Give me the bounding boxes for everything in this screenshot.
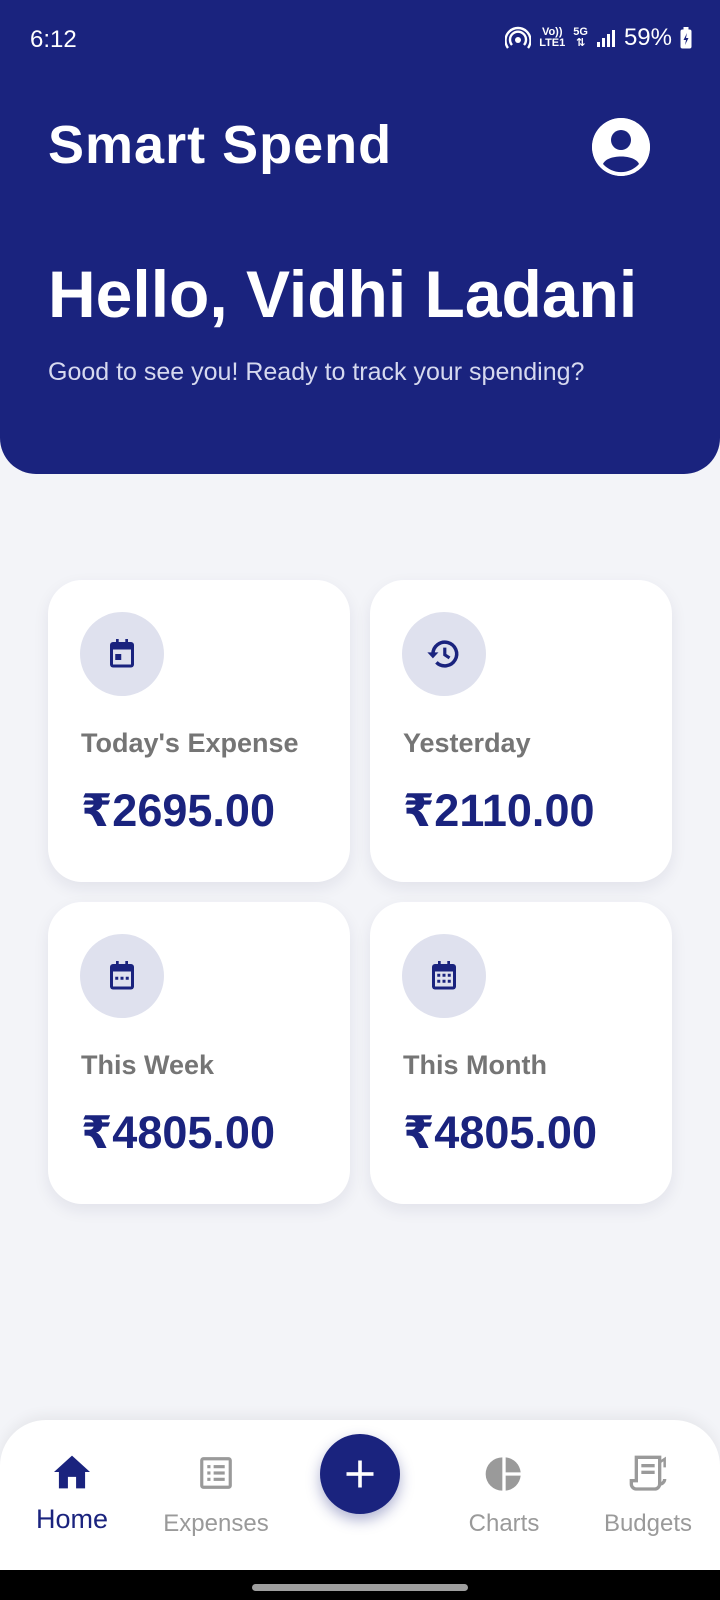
greeting-heading: Hello, Vidhi Ladani xyxy=(48,257,638,331)
card-value: ₹2110.00 xyxy=(403,785,595,836)
signal-icon xyxy=(596,30,615,47)
history-icon xyxy=(402,612,486,696)
data-arrows-icon: ⇅ xyxy=(576,37,586,49)
account-icon xyxy=(592,118,650,176)
nav-charts[interactable]: Charts xyxy=(458,1420,550,1570)
month-expense-card[interactable]: This Month ₹4805.00 xyxy=(370,902,672,1204)
nav-expenses[interactable]: Expenses xyxy=(160,1420,272,1570)
yesterday-expense-card[interactable]: Yesterday ₹2110.00 xyxy=(370,580,672,882)
card-label: Yesterday xyxy=(403,728,531,758)
nav-label-expenses: Expenses xyxy=(163,1510,269,1537)
card-label: This Month xyxy=(403,1050,547,1080)
profile-button[interactable] xyxy=(592,118,650,176)
card-value: ₹4805.00 xyxy=(403,1107,597,1158)
nav-label-budgets: Budgets xyxy=(603,1510,693,1537)
calendar-today-icon xyxy=(80,612,164,696)
header: 6:12 Vo)) LTE1 5G ⇅ 59% Smart Spend Hell… xyxy=(0,0,720,474)
card-label: Today's Expense xyxy=(81,728,299,758)
battery-icon xyxy=(680,27,692,49)
home-gesture-pill[interactable] xyxy=(252,1584,468,1591)
nav-label-home: Home xyxy=(35,1504,109,1534)
nav-budgets[interactable]: Budgets xyxy=(598,1420,698,1570)
app-title: Smart Spend xyxy=(48,115,393,175)
add-expense-button[interactable] xyxy=(320,1434,400,1514)
volte-indicator: Vo)) LTE1 xyxy=(539,27,565,49)
lte-label: LTE1 xyxy=(539,37,566,49)
receipt-icon xyxy=(629,1455,667,1491)
plus-icon xyxy=(346,1460,374,1488)
nav-label-charts: Charts xyxy=(468,1510,540,1537)
hotspot-icon xyxy=(505,26,532,49)
calendar-week-icon xyxy=(80,934,164,1018)
card-value: ₹2695.00 xyxy=(81,785,275,836)
status-icons: Vo)) LTE1 5G ⇅ 59% xyxy=(505,24,692,52)
today-expense-card[interactable]: Today's Expense ₹2695.00 xyxy=(48,580,350,882)
card-label: This Week xyxy=(81,1050,215,1080)
nav-home[interactable]: Home xyxy=(22,1420,122,1570)
status-time: 6:12 xyxy=(30,26,77,53)
status-bar: 6:12 Vo)) LTE1 5G ⇅ 59% xyxy=(0,0,720,80)
list-icon xyxy=(200,1457,232,1489)
home-icon xyxy=(54,1455,90,1489)
card-value: ₹4805.00 xyxy=(81,1107,275,1158)
network-indicator: 5G ⇅ xyxy=(573,27,588,49)
pie-chart-icon xyxy=(485,1457,521,1491)
calendar-month-icon xyxy=(402,934,486,1018)
battery-percent: 59% xyxy=(623,24,672,51)
week-expense-card[interactable]: This Week ₹4805.00 xyxy=(48,902,350,1204)
greeting-subtext: Good to see you! Ready to track your spe… xyxy=(48,358,585,386)
